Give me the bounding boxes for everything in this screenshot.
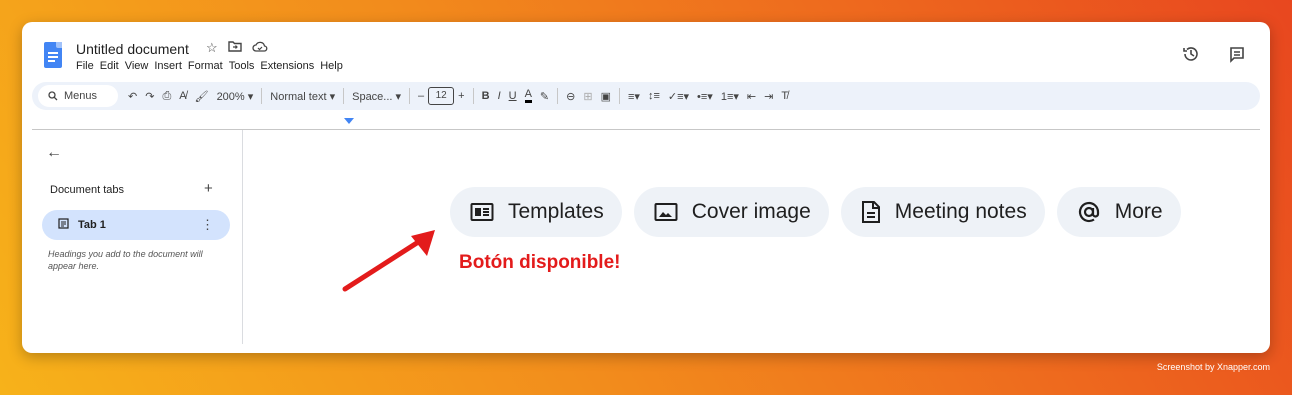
menu-insert[interactable]: Insert (154, 60, 187, 72)
menu-help[interactable]: Help (320, 60, 348, 72)
link-icon[interactable]: ⊖ (566, 90, 575, 103)
templates-button[interactable]: Templates (450, 187, 622, 237)
toolbar-divider (618, 88, 620, 104)
zoom-select[interactable]: 200% ▾ (217, 90, 254, 103)
tab-label: Tab 1 (78, 219, 106, 231)
toolbar-divider (409, 88, 411, 104)
menu-file[interactable]: File (76, 60, 99, 72)
menus-search[interactable]: Menus (38, 85, 118, 107)
highlight-icon[interactable]: ✎ (540, 90, 549, 103)
font-size-input[interactable]: 12 (428, 87, 455, 105)
annotation-arrow (341, 228, 437, 293)
clear-formatting-icon[interactable]: T̸ (781, 90, 788, 102)
formatting-toolbar: Menus ↶ ↷ ⎙ A̸ 🖌 200% ▾ Normal text ▾ Sp… (32, 82, 1260, 110)
print-icon[interactable]: ⎙ (162, 90, 171, 103)
numbered-list-icon[interactable]: 1≡▾ (721, 90, 739, 103)
comments-icon[interactable] (1228, 45, 1246, 63)
docs-window: Untitled document ☆ File Edit View Inser… (22, 22, 1270, 353)
paint-format-icon[interactable]: 🖌 (195, 90, 209, 103)
meeting-notes-label: Meeting notes (894, 200, 1027, 223)
menu-tools[interactable]: Tools (229, 60, 260, 72)
document-tabs-heading: Document tabs (50, 184, 124, 196)
text-color-icon[interactable]: A (524, 89, 532, 103)
star-icon[interactable]: ☆ (206, 40, 218, 56)
italic-icon[interactable]: I (498, 90, 501, 102)
cloud-status-icon[interactable] (252, 40, 268, 56)
headings-hint: Headings you add to the document will ap… (48, 249, 203, 271)
decrease-font-size-button[interactable]: – (418, 90, 424, 102)
toolbar-divider (261, 88, 263, 104)
screenshot-credit: Screenshot by Xnapper.com (1156, 362, 1270, 372)
undo-icon[interactable]: ↶ (128, 90, 137, 103)
version-history-icon[interactable] (1182, 45, 1200, 63)
more-button[interactable]: More (1056, 187, 1181, 237)
meeting-notes-button[interactable]: Meeting notes (840, 187, 1045, 237)
font-value: Space... (352, 90, 393, 103)
font-select[interactable]: Space... ▾ (352, 90, 401, 103)
toolbar-divider (557, 88, 559, 104)
cover-image-label: Cover image (691, 200, 811, 223)
search-icon (48, 91, 58, 101)
search-label: Menus (64, 90, 98, 102)
toolbar-divider (472, 88, 474, 104)
at-icon (1078, 201, 1099, 223)
menu-bar: File Edit View Insert Format Tools Exten… (76, 60, 349, 72)
increase-font-size-button[interactable]: + (458, 90, 464, 102)
insert-image-icon[interactable]: ▣ (601, 90, 611, 103)
zoom-value: 200% (216, 90, 245, 103)
increase-indent-icon[interactable]: ⇥ (764, 90, 773, 103)
notes-icon (861, 201, 880, 223)
annotation-label: Botón disponible! (459, 252, 621, 273)
back-arrow-icon[interactable]: ← (46, 144, 62, 162)
menu-format[interactable]: Format (188, 60, 228, 72)
spellcheck-icon[interactable]: A̸ (179, 90, 186, 102)
menu-edit[interactable]: Edit (100, 60, 124, 72)
add-tab-button[interactable]: + (204, 180, 213, 197)
bold-icon[interactable]: B (482, 90, 490, 102)
decrease-indent-icon[interactable]: ⇤ (747, 90, 756, 103)
document-title[interactable]: Untitled document (76, 41, 189, 57)
line-spacing-icon[interactable]: ↕≡ (648, 90, 660, 102)
underline-icon[interactable]: U (509, 90, 517, 102)
bulleted-list-icon[interactable]: •≡▾ (697, 90, 713, 103)
document-tabs-sidebar: ← Document tabs + Tab 1 ⋮ Headings you a… (32, 130, 243, 344)
tab-document-icon (58, 218, 69, 232)
more-options-icon[interactable]: ⋮ (201, 217, 214, 233)
ruler-indent-marker[interactable] (344, 118, 354, 124)
cover-image-button[interactable]: Cover image (633, 187, 829, 237)
menu-view[interactable]: View (125, 60, 154, 72)
align-icon[interactable]: ≡▾ (628, 90, 640, 103)
docs-logo-icon[interactable] (44, 42, 62, 68)
menu-extensions[interactable]: Extensions (260, 60, 319, 72)
more-label: More (1114, 200, 1163, 223)
style-value: Normal text (270, 90, 327, 103)
templates-icon (470, 203, 494, 221)
templates-label: Templates (508, 200, 604, 223)
style-select[interactable]: Normal text ▾ (270, 90, 335, 103)
tab-1[interactable]: Tab 1 ⋮ (42, 210, 230, 240)
move-folder-icon[interactable] (227, 40, 242, 56)
add-comment-icon[interactable]: ⊞ (583, 90, 592, 103)
smart-chips-row: Templates Cover image Meeting notes More (450, 187, 1181, 237)
redo-icon[interactable]: ↷ (145, 90, 154, 103)
checklist-icon[interactable]: ✓≡▾ (668, 90, 689, 103)
toolbar-divider (343, 88, 345, 104)
image-icon (654, 203, 678, 221)
